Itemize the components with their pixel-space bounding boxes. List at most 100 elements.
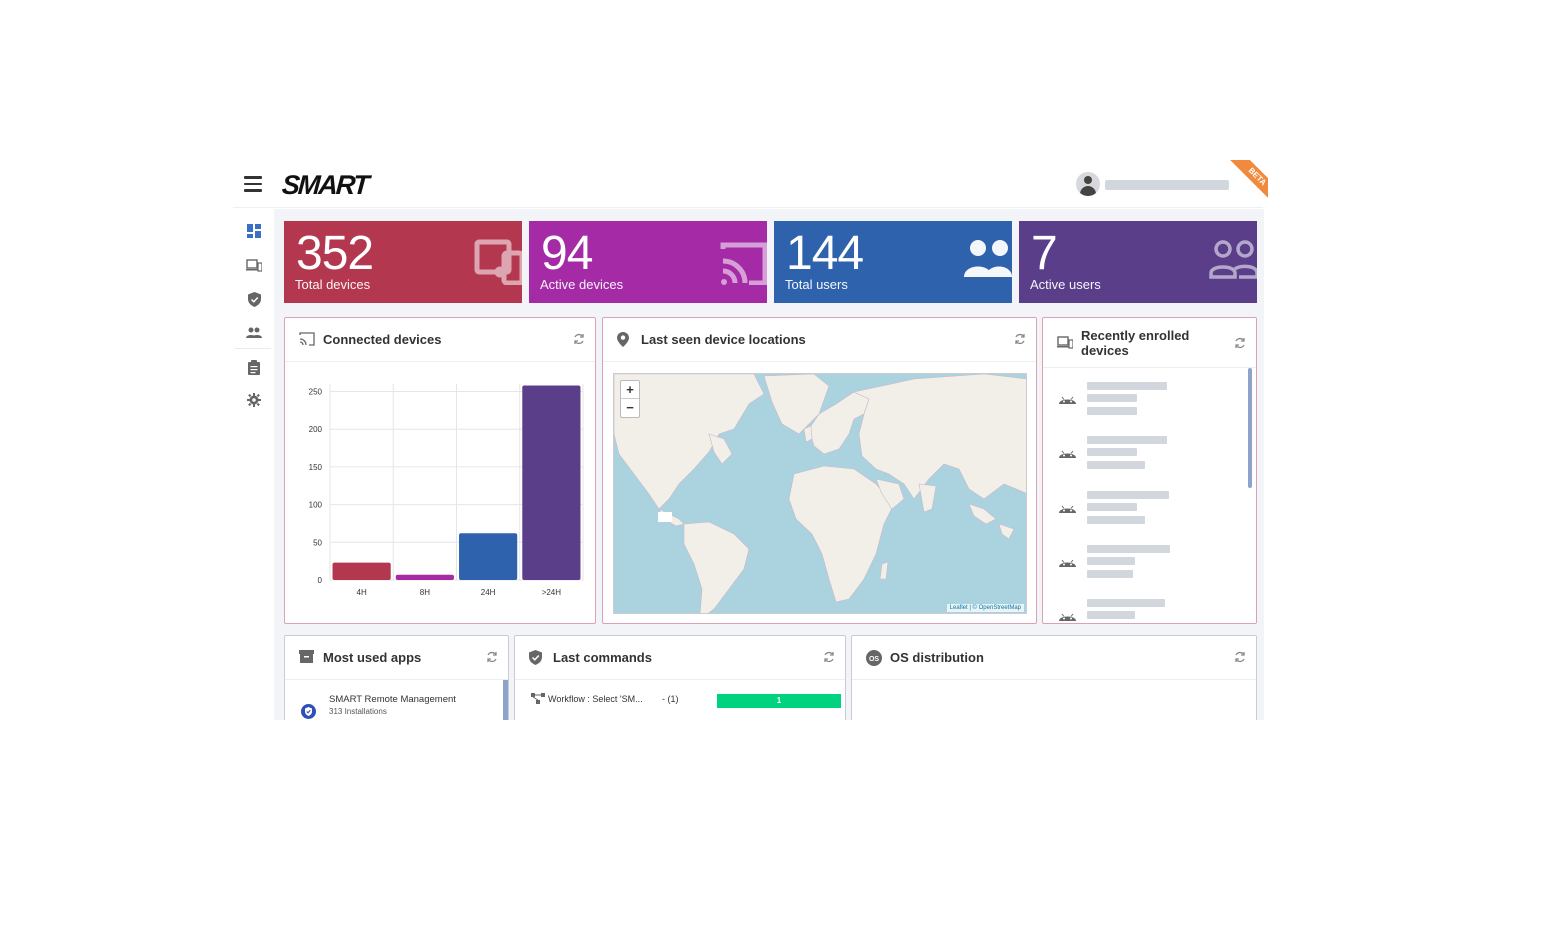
command-count: - (1) [662, 694, 679, 704]
y-tick-label: 100 [309, 501, 323, 510]
apps-list-scrollbar[interactable] [503, 680, 508, 720]
sidebar-item-reports[interactable] [243, 356, 265, 378]
dashboard-content: 352 Total devices 94 Active devices 144 … [274, 209, 1264, 720]
card-title: Last commands [553, 650, 652, 665]
connected-devices-card: Connected devices 0 50 100 150 200 250 4H 8H 24H… [284, 317, 596, 624]
app-list-item[interactable]: SMART Remote Management 313 Installation… [299, 692, 499, 720]
sidebar-item-settings[interactable] [243, 389, 265, 411]
active-users-value: 7 [1031, 227, 1058, 280]
enrolled-device-item[interactable] [1059, 382, 1209, 422]
enrolled-list-scrollbar[interactable] [1248, 368, 1252, 488]
x-tick-label: 24H [481, 588, 496, 597]
enrolled-device-item[interactable] [1059, 436, 1209, 476]
app-name: SMART Remote Management [329, 694, 456, 705]
last-commands-card: Last commands Workflow : Select 'SM... -… [514, 635, 846, 720]
app-installations: 313 Installations [329, 707, 387, 716]
active-devices-tile[interactable]: 94 Active devices [529, 221, 767, 303]
total-users-label: Total users [785, 277, 848, 292]
card-header: Last seen device locations [603, 318, 1036, 362]
archive-icon [299, 650, 314, 663]
refresh-icon[interactable] [573, 333, 585, 345]
card-title: Recently enrolled devices [1081, 328, 1190, 358]
users-icon [964, 240, 1012, 277]
sidebar-item-security[interactable] [243, 288, 265, 310]
command-progress-bar: 1 [717, 694, 841, 708]
card-header: Recently enrolled devices [1043, 318, 1256, 368]
sidebar-item-devices[interactable] [243, 254, 265, 276]
most-used-apps-card: Most used apps SMART Remote Management 3… [284, 635, 509, 720]
users-icon [246, 327, 262, 338]
dashboard-icon [247, 224, 261, 238]
enrolled-device-item[interactable] [1059, 491, 1209, 531]
map-attribution[interactable]: Leaflet | © OpenStreetMap [946, 604, 1024, 612]
user-name-placeholder[interactable] [1105, 180, 1229, 190]
os-icon: OS [866, 650, 882, 666]
chart-bar-4H [332, 562, 391, 580]
total-users-value: 144 [786, 227, 864, 280]
app-shield-icon [301, 704, 316, 719]
svg-text:OS: OS [869, 656, 879, 663]
active-devices-label: Active devices [540, 277, 624, 292]
shield-icon [529, 650, 542, 665]
sidebar-divider [235, 348, 271, 349]
users-outline-icon [1209, 240, 1257, 279]
active-users-label: Active users [1030, 277, 1101, 292]
app-window: SMART BETA 352 Total devices 94 Active d… [233, 160, 1268, 720]
top-header: SMART BETA [233, 160, 1268, 208]
sidebar-item-dashboard[interactable] [243, 220, 265, 242]
map-zoom-in-button[interactable]: + [621, 381, 639, 399]
card-header: Connected devices [285, 318, 595, 362]
x-tick-label: >24H [542, 588, 562, 597]
command-list-item[interactable]: Workflow : Select 'SM... - (1) 1 [529, 692, 841, 712]
total-users-tile[interactable]: 144 Total users [774, 221, 1012, 303]
y-tick-label: 250 [309, 388, 323, 397]
x-tick-label: 8H [420, 588, 430, 597]
total-devices-tile[interactable]: 352 Total devices [284, 221, 522, 303]
card-title: Connected devices [323, 332, 442, 347]
workflow-icon [531, 693, 545, 704]
os-distribution-card: OS OS distribution [851, 635, 1257, 720]
refresh-icon[interactable] [486, 651, 498, 663]
android-icon [1059, 559, 1076, 567]
y-tick-label: 50 [313, 538, 322, 547]
cast-icon [720, 242, 767, 285]
sidebar [233, 210, 273, 720]
device-locations-card: Last seen device locations + − Leaflet |… [602, 317, 1037, 624]
devices-icon [1057, 336, 1073, 349]
map-zoom-out-button[interactable]: − [621, 399, 639, 417]
refresh-icon[interactable] [1234, 337, 1246, 349]
android-icon [1059, 450, 1076, 458]
refresh-icon[interactable] [1234, 651, 1246, 663]
card-title: OS distribution [890, 650, 984, 665]
menu-icon[interactable] [244, 176, 262, 192]
connected-devices-chart: 0 50 100 150 200 250 4H 8H 24H >24H [309, 384, 584, 597]
x-tick-label: 4H [357, 588, 367, 597]
refresh-icon[interactable] [1014, 333, 1026, 345]
world-map-landmass [614, 374, 1026, 613]
world-map[interactable]: + − Leaflet | © OpenStreetMap [613, 373, 1027, 614]
location-pin-icon [617, 332, 629, 347]
user-avatar-icon[interactable] [1076, 172, 1100, 196]
enrolled-device-item[interactable] [1059, 545, 1209, 585]
chart-bar-8H [395, 574, 454, 580]
card-header: OS OS distribution [852, 636, 1256, 680]
sidebar-item-users[interactable] [243, 321, 265, 343]
chart-bar-24H [459, 533, 518, 580]
total-devices-value: 352 [296, 227, 374, 280]
y-tick-label: 200 [309, 425, 323, 434]
enrolled-device-item[interactable] [1059, 599, 1209, 623]
command-name: Workflow : Select 'SM... [548, 694, 643, 704]
clipboard-icon [248, 359, 260, 375]
android-icon [1059, 396, 1076, 404]
total-devices-label: Total devices [295, 277, 371, 292]
active-devices-value: 94 [541, 227, 593, 280]
recently-enrolled-card: Recently enrolled devices [1042, 317, 1257, 624]
active-users-tile[interactable]: 7 Active users [1019, 221, 1257, 303]
y-tick-label: 0 [318, 576, 323, 585]
devices-icon [474, 239, 522, 285]
y-tick-label: 150 [309, 463, 323, 472]
chart-bar->24H [522, 385, 581, 580]
cast-icon [299, 332, 315, 346]
devices-icon [246, 258, 262, 272]
refresh-icon[interactable] [823, 651, 835, 663]
